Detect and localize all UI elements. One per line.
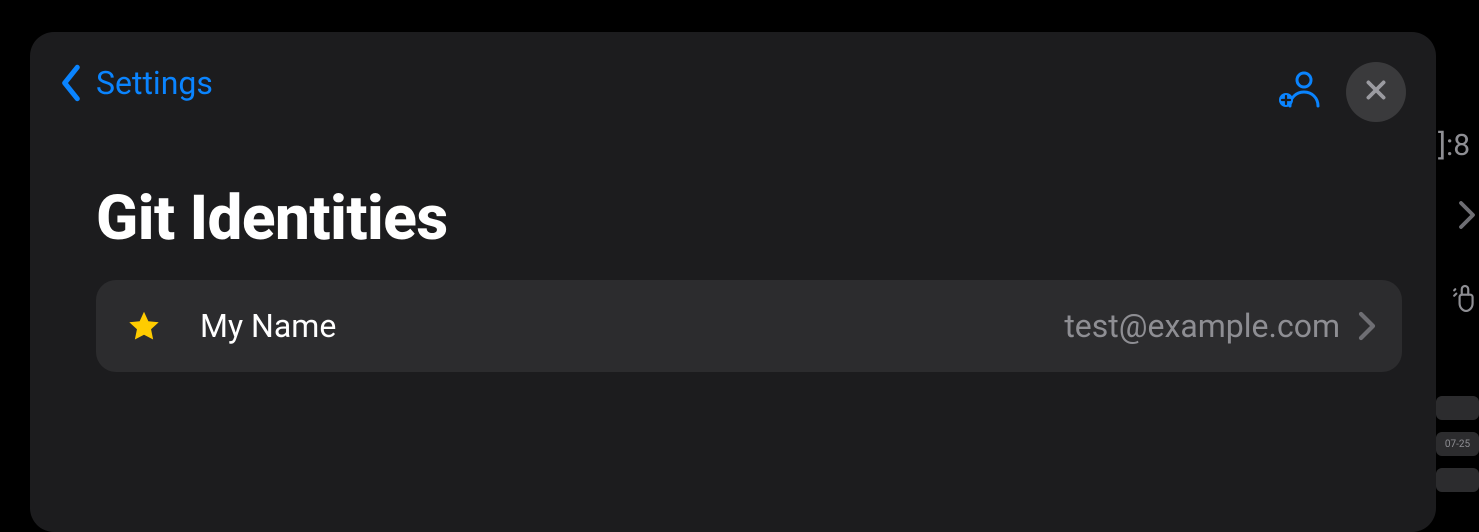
touch-icon xyxy=(1452,282,1478,320)
close-sheet-button[interactable] xyxy=(1346,62,1406,122)
back-label: Settings xyxy=(96,64,213,102)
chevron-left-icon xyxy=(60,64,82,102)
page-title: Git Identities xyxy=(96,182,448,255)
identity-row[interactable]: My Name test@example.com xyxy=(96,280,1402,372)
identity-name: My Name xyxy=(200,307,1064,345)
background-pill xyxy=(1436,396,1479,420)
close-icon xyxy=(1363,77,1389,107)
identities-list: My Name test@example.com xyxy=(96,280,1402,372)
chevron-right-icon xyxy=(1458,200,1476,234)
sheet-top-bar: Settings xyxy=(30,32,1436,122)
identity-email: test@example.com xyxy=(1064,307,1340,345)
chevron-right-icon xyxy=(1358,311,1376,341)
star-icon xyxy=(126,308,162,344)
person-add-icon xyxy=(1276,66,1324,118)
background-port-fragment: ]:8 xyxy=(1438,128,1470,163)
background-pill xyxy=(1436,468,1479,492)
background-pill: 07-25 xyxy=(1436,432,1479,456)
back-to-settings-button[interactable]: Settings xyxy=(60,64,213,102)
add-identity-button[interactable] xyxy=(1270,62,1330,122)
settings-sheet: Settings Git Identities xyxy=(30,32,1436,532)
